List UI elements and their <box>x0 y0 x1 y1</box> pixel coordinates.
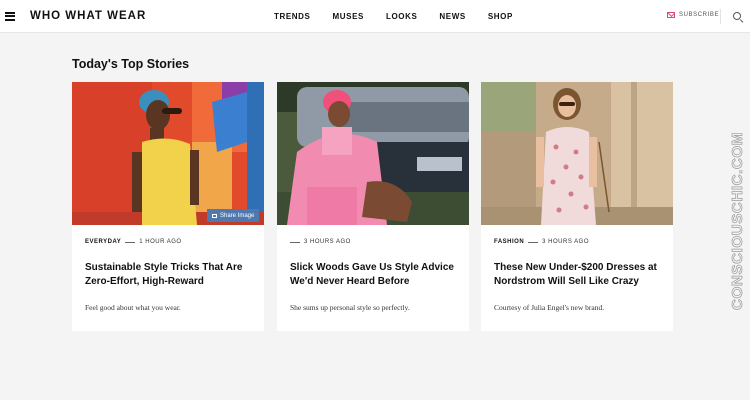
story-card[interactable]: FASHION 3 HOURS AGO These New Under-$200… <box>481 82 673 331</box>
image-icon <box>212 213 217 218</box>
story-image[interactable]: Share Image <box>72 82 264 225</box>
meta-dash <box>290 241 300 243</box>
story-meta: EVERYDAY 1 HOUR AGO <box>85 239 182 245</box>
story-image[interactable] <box>277 82 469 225</box>
watermark-text: CONSCIOUSCHIC.COM <box>729 132 746 310</box>
story-category[interactable]: FASHION <box>494 239 524 245</box>
story-dek: Feel good about what you wear. <box>85 303 181 312</box>
story-dek: Courtesy of Julia Engel's new brand. <box>494 303 605 312</box>
nav-shop[interactable]: SHOP <box>488 12 513 21</box>
search-icon[interactable] <box>733 12 741 20</box>
story-headline[interactable]: Slick Woods Gave Us Style Advice We'd Ne… <box>290 261 462 289</box>
story-card[interactable]: Share Image EVERYDAY 1 HOUR AGO Sustaina… <box>72 82 264 331</box>
site-logo[interactable]: WHO WHAT WEAR <box>30 10 146 22</box>
meta-dash <box>528 241 539 243</box>
story-time: 1 HOUR AGO <box>139 239 182 245</box>
story-time: 3 HOURS AGO <box>304 239 351 245</box>
story-category[interactable]: EVERYDAY <box>85 239 121 245</box>
story-headline[interactable]: Sustainable Style Tricks That Are Zero-E… <box>85 261 257 289</box>
nav-news[interactable]: NEWS <box>439 12 465 21</box>
story-time: 3 HOURS AGO <box>542 239 590 245</box>
menu-icon[interactable] <box>5 12 15 21</box>
nav-muses[interactable]: MUSES <box>333 12 364 21</box>
story-headline[interactable]: These New Under-$200 Dresses at Nordstro… <box>494 261 666 289</box>
subscribe-label: SUBSCRIBE <box>679 12 720 18</box>
nav-trends[interactable]: TRENDS <box>274 12 311 21</box>
subscribe-button[interactable]: SUBSCRIBE <box>667 12 719 18</box>
share-image-button[interactable]: Share Image <box>207 209 260 222</box>
section-title: Today's Top Stories <box>72 57 190 71</box>
header-divider <box>720 9 721 24</box>
watermark: CONSCIOUSCHIC.COM <box>729 132 747 310</box>
mail-icon <box>667 12 675 18</box>
story-meta: 3 HOURS AGO <box>290 239 351 245</box>
story-card[interactable]: 3 HOURS AGO Slick Woods Gave Us Style Ad… <box>277 82 469 331</box>
story-image[interactable] <box>481 82 673 225</box>
main-nav: TRENDS MUSES LOOKS NEWS SHOP <box>274 12 535 21</box>
nav-looks[interactable]: LOOKS <box>386 12 417 21</box>
story-dek: She sums up personal style so perfectly. <box>290 303 410 312</box>
meta-dash <box>125 241 136 243</box>
site-header: WHO WHAT WEAR TRENDS MUSES LOOKS NEWS SH… <box>0 0 750 33</box>
story-meta: FASHION 3 HOURS AGO <box>494 239 589 245</box>
share-image-label: Share Image <box>220 212 255 219</box>
